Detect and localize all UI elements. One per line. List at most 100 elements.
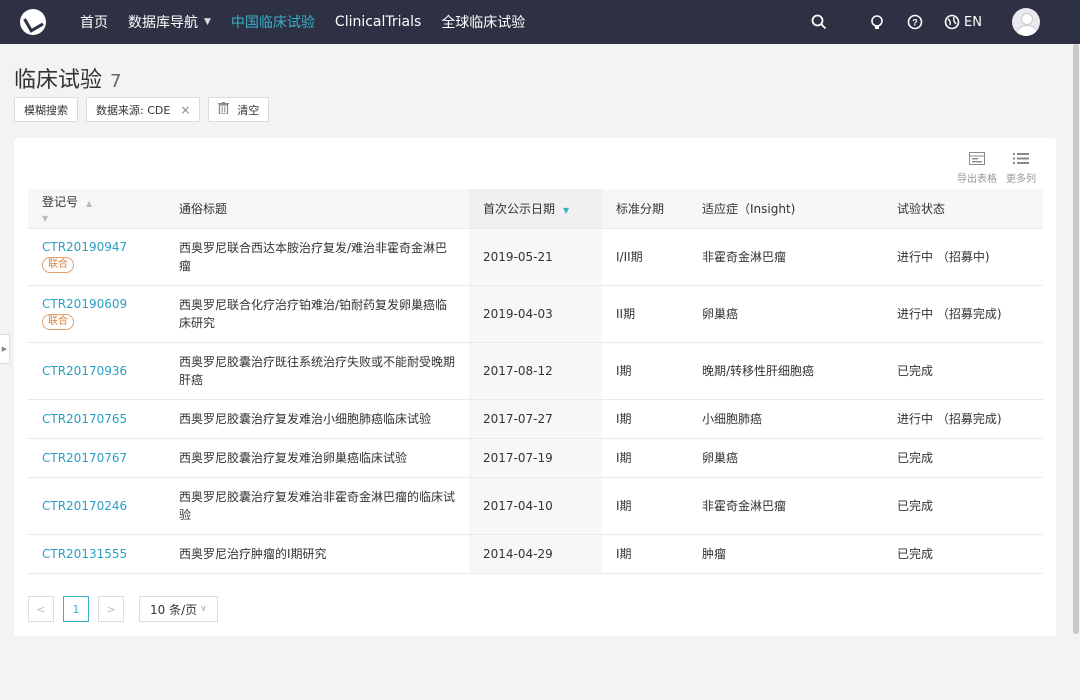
export-table-button[interactable]: 导出表格 <box>956 152 998 185</box>
nav-database-label: 数据库导航 <box>128 15 198 31</box>
cell-phase: I期 <box>602 437 688 477</box>
page-title-text: 临床试验 <box>14 68 103 93</box>
pagination: < 1 > 10 条/页 ∨ <box>28 596 218 622</box>
nav-clinicaltrials[interactable]: ClinicalTrials <box>335 14 421 30</box>
column-header-title: 通俗标题 <box>165 189 469 228</box>
prev-page-button[interactable]: < <box>28 596 54 622</box>
nav-home[interactable]: 首页 <box>80 12 108 32</box>
clear-filters-button[interactable]: 清空 <box>208 97 270 122</box>
header-label: 通俗标题 <box>179 201 228 216</box>
combination-tag: 联合 <box>42 314 74 330</box>
nav-database-navigation[interactable]: 数据库导航 ▼ <box>128 12 211 32</box>
header-label: 标准分期 <box>616 201 665 216</box>
trial-id-link[interactable]: CTR20170246 <box>42 499 151 513</box>
cell-status: 已完成 <box>883 437 1043 477</box>
page-size-select[interactable]: 10 条/页 ∨ <box>139 596 218 622</box>
cell-date: 2017-08-12 <box>469 341 602 399</box>
cell-date: 2019-05-21 <box>469 227 602 285</box>
header-label: 试验状态 <box>897 201 946 216</box>
logo-icon[interactable] <box>20 9 46 35</box>
cell-indication: 非霍奇金淋巴瘤 <box>688 227 883 285</box>
page-scrollbar[interactable] <box>1072 44 1080 700</box>
sidebar-expand-handle[interactable]: ▶ <box>0 334 10 364</box>
cell-phase: II期 <box>602 284 688 342</box>
lightbulb-icon[interactable] <box>868 13 886 31</box>
table-row[interactable]: CTR20170767 西奥罗尼胶囊治疗复发难治卵巢癌临床试验 2017-07-19… <box>28 437 1043 477</box>
column-header-status: 试验状态 <box>883 189 1043 228</box>
table-row[interactable]: CTR20190947 联合 西奥罗尼联合西达本胺治疗复发/难治非霍奇金淋巴瘤 201… <box>28 227 1043 285</box>
cell-date: 2019-04-03 <box>469 284 602 342</box>
filter-bar: 模糊搜索 数据来源: CDE × 清空 <box>14 97 277 122</box>
help-icon[interactable]: ? <box>906 13 924 31</box>
trial-id-link[interactable]: CTR20131555 <box>42 547 151 561</box>
cell-date: 2017-07-27 <box>469 398 602 438</box>
trial-id-link[interactable]: CTR20190609 <box>42 297 151 311</box>
column-header-phase: 标准分期 <box>602 189 688 228</box>
cell-title: 西奥罗尼联合西达本胺治疗复发/难治非霍奇金淋巴瘤 <box>165 227 469 285</box>
table-header-row: 登记号 ▲ ▼ 通俗标题 首次公示日期 ▼ 标准分期 适应症（Insight) 试验状… <box>28 189 1043 228</box>
cell-phase: I/II期 <box>602 227 688 285</box>
nav-global-clinical-trials[interactable]: 全球临床试验 <box>441 12 525 32</box>
nav-global-label: 全球临床试验 <box>441 15 526 31</box>
header-label: 登记号 <box>42 194 79 209</box>
cell-id: CTR20170765 <box>28 398 165 438</box>
cell-id: CTR20190947 联合 <box>28 227 165 285</box>
user-avatar[interactable] <box>1012 8 1040 36</box>
cell-status: 已完成 <box>883 533 1043 574</box>
top-navbar: 首页 数据库导航 ▼ 中国临床试验 ClinicalTrials 全球临床试验 ?… <box>0 0 1080 44</box>
cell-title: 西奥罗尼胶囊治疗复发难治小细胞肺癌临床试验 <box>165 398 469 438</box>
table-row[interactable]: CTR20170936 西奥罗尼胶囊治疗既往系统治疗失败或不能耐受晚期肝癌 2017… <box>28 341 1043 399</box>
trial-id-link[interactable]: CTR20170936 <box>42 364 151 378</box>
cell-date: 2014-04-29 <box>469 533 602 574</box>
nav-home-label: 首页 <box>80 15 108 31</box>
header-label: 适应症（Insight) <box>702 201 796 216</box>
table-row[interactable]: CTR20170246 西奥罗尼胶囊治疗复发难治非霍奇金淋巴瘤的临床试验 2017-… <box>28 476 1043 534</box>
cell-title: 西奥罗尼治疗肿瘤的I期研究 <box>165 533 469 574</box>
scrollbar-thumb[interactable] <box>1073 44 1079 634</box>
cell-title: 西奥罗尼胶囊治疗复发难治非霍奇金淋巴瘤的临床试验 <box>165 476 469 534</box>
cell-phase: I期 <box>602 341 688 399</box>
table-row[interactable]: CTR20170765 西奥罗尼胶囊治疗复发难治小细胞肺癌临床试验 2017-07-… <box>28 398 1043 438</box>
page-title: 临床试验 7 <box>14 62 121 94</box>
cell-title: 西奥罗尼联合化疗治疗铂难治/铂耐药复发卵巢癌临床研究 <box>165 284 469 342</box>
combination-tag: 联合 <box>42 257 74 273</box>
chevron-left-icon: < <box>36 602 46 616</box>
language-switch[interactable]: EN <box>944 14 982 30</box>
cell-id: CTR20131555 <box>28 533 165 574</box>
filter-chip-label: 数据来源: CDE <box>96 103 171 117</box>
cell-indication: 非霍奇金淋巴瘤 <box>688 476 883 534</box>
column-header-id[interactable]: 登记号 ▲ ▼ <box>28 189 165 228</box>
cell-phase: I期 <box>602 476 688 534</box>
cell-title: 西奥罗尼胶囊治疗既往系统治疗失败或不能耐受晚期肝癌 <box>165 341 469 399</box>
nav-china-clinical-trials[interactable]: 中国临床试验 <box>231 12 315 32</box>
table-row[interactable]: CTR20131555 西奥罗尼治疗肿瘤的I期研究 2014-04-29 I期 肿瘤 已完… <box>28 533 1043 574</box>
cell-date: 2017-07-19 <box>469 437 602 477</box>
page-1-button[interactable]: 1 <box>63 596 89 622</box>
close-icon[interactable]: × <box>180 103 190 117</box>
nav-right-tools: ? EN <box>810 0 1080 44</box>
list-icon <box>1013 152 1029 170</box>
nav-china-label: 中国临床试验 <box>230 15 315 31</box>
main-nav: 首页 数据库导航 ▼ 中国临床试验 ClinicalTrials 全球临床试验 <box>80 0 545 44</box>
fuzzy-search-button[interactable]: 模糊搜索 <box>14 97 78 122</box>
column-header-indication: 适应症（Insight) <box>688 189 883 228</box>
next-page-button[interactable]: > <box>98 596 124 622</box>
clear-label: 清空 <box>237 103 260 117</box>
svg-text:?: ? <box>912 18 918 28</box>
chevron-right-icon: ▶ <box>1 345 8 353</box>
cell-id: CTR20190609 联合 <box>28 284 165 342</box>
trial-id-link[interactable]: CTR20170765 <box>42 412 151 426</box>
table-body: CTR20190947 联合 西奥罗尼联合西达本胺治疗复发/难治非霍奇金淋巴瘤 201… <box>28 227 1043 574</box>
trial-id-link[interactable]: CTR20190947 <box>42 240 151 254</box>
cell-id: CTR20170767 <box>28 437 165 477</box>
table-row[interactable]: CTR20190609 联合 西奥罗尼联合化疗治疗铂难治/铂耐药复发卵巢癌临床研究 2… <box>28 284 1043 342</box>
trial-id-link[interactable]: CTR20170767 <box>42 451 151 465</box>
nav-clinicaltrials-label: ClinicalTrials <box>334 14 422 30</box>
sort-desc-icon[interactable]: ▼ <box>563 206 569 215</box>
more-columns-button[interactable]: 更多列 <box>1000 152 1042 185</box>
search-icon[interactable] <box>810 13 828 31</box>
cell-status: 进行中 （招募中) <box>883 227 1043 285</box>
column-header-date[interactable]: 首次公示日期 ▼ <box>469 189 602 228</box>
cell-indication: 卵巢癌 <box>688 437 883 477</box>
fuzzy-search-label: 模糊搜索 <box>24 103 68 117</box>
